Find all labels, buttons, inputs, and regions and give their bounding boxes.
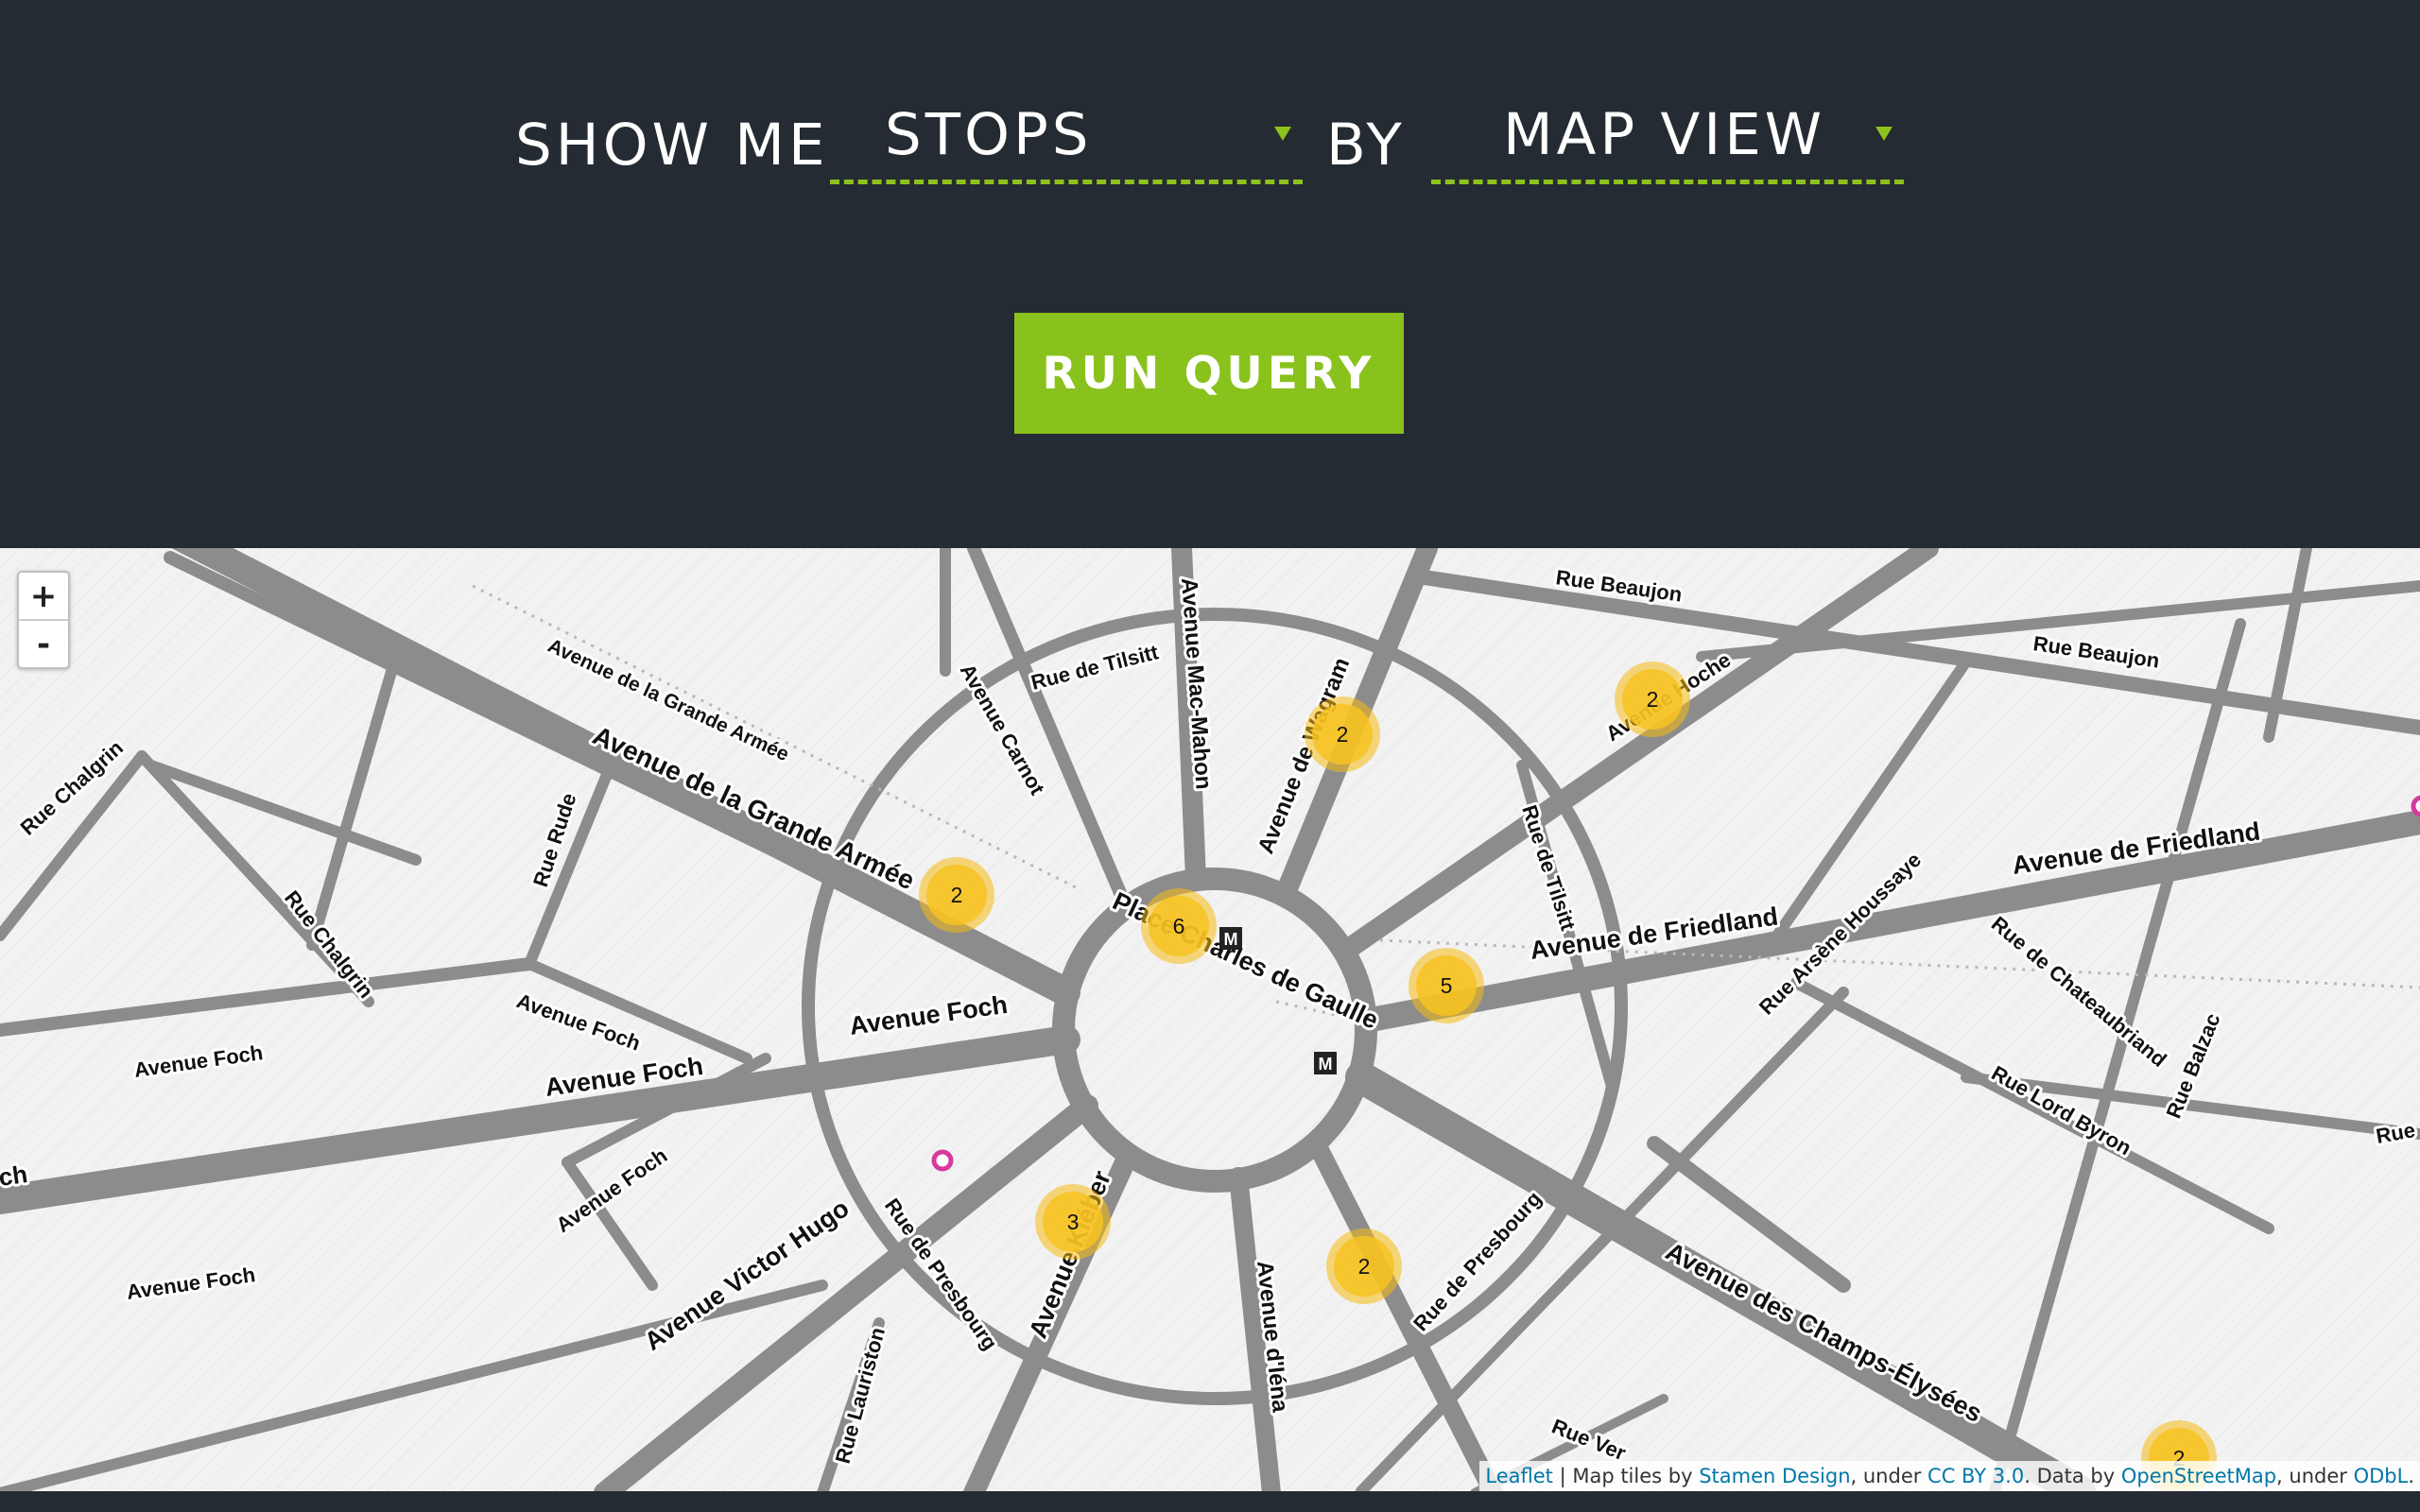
attribution-text: | Map tiles by bbox=[1552, 1465, 1700, 1487]
view-select[interactable]: MAP VIEW bbox=[1431, 104, 1904, 184]
show-me-label: SHOW ME bbox=[515, 112, 829, 179]
cc-by-link[interactable]: CC BY 3.0 bbox=[1927, 1465, 2024, 1487]
attribution-text: , under bbox=[1850, 1465, 1928, 1487]
leaflet-link[interactable]: Leaflet bbox=[1485, 1465, 1553, 1487]
query-header: SHOW ME STOPS BY MAP VIEW RUN QUERY bbox=[0, 0, 2420, 548]
run-query-button[interactable]: RUN QUERY bbox=[1014, 313, 1404, 434]
svg-text:2: 2 bbox=[1647, 687, 1659, 712]
svg-text:5: 5 bbox=[1441, 973, 1453, 998]
svg-text:M: M bbox=[1224, 930, 1238, 949]
metro-icon: M bbox=[1314, 1052, 1337, 1074]
svg-text:2: 2 bbox=[1358, 1254, 1371, 1279]
svg-text:3: 3 bbox=[1067, 1210, 1080, 1234]
stop-cluster-marker[interactable]: 2 bbox=[1615, 662, 1690, 737]
subject-select-value: STOPS bbox=[885, 101, 1093, 168]
odbl-link[interactable]: ODbL bbox=[2354, 1465, 2409, 1487]
map-view[interactable]: Rue Beaujon Rue Beaujon Avenue Hoche Ave… bbox=[0, 548, 2420, 1491]
svg-text:6: 6 bbox=[1173, 914, 1185, 938]
subject-select-chevron-icon bbox=[1274, 127, 1291, 141]
attribution-text: , under bbox=[2276, 1465, 2354, 1487]
street-label: ch bbox=[0, 1160, 29, 1192]
zoom-control: + - bbox=[17, 571, 70, 669]
svg-text:2: 2 bbox=[1337, 722, 1349, 747]
stop-marker[interactable] bbox=[2411, 795, 2420, 817]
map-tiles[interactable]: Rue Beaujon Rue Beaujon Avenue Hoche Ave… bbox=[0, 548, 2420, 1491]
osm-link[interactable]: OpenStreetMap bbox=[2121, 1465, 2276, 1487]
zoom-in-button[interactable]: + bbox=[19, 573, 68, 619]
stop-cluster-marker[interactable]: 6 bbox=[1141, 888, 1217, 964]
view-select-value: MAP VIEW bbox=[1503, 101, 1826, 168]
stop-cluster-marker[interactable]: 2 bbox=[1326, 1228, 1402, 1304]
stop-marker[interactable] bbox=[931, 1149, 954, 1172]
svg-text:2: 2 bbox=[951, 883, 963, 907]
view-select-chevron-icon bbox=[1876, 127, 1893, 141]
subject-select[interactable]: STOPS bbox=[830, 104, 1303, 184]
zoom-out-button[interactable]: - bbox=[19, 619, 68, 667]
stop-cluster-marker[interactable]: 5 bbox=[1409, 948, 1484, 1023]
stop-cluster-marker[interactable]: 3 bbox=[1035, 1184, 1111, 1260]
stop-cluster-marker[interactable]: 2 bbox=[1305, 696, 1380, 772]
stop-cluster-marker[interactable]: 2 bbox=[919, 857, 994, 933]
metro-icon: M bbox=[1219, 927, 1242, 950]
page-footer bbox=[0, 1491, 2420, 1512]
svg-text:M: M bbox=[1319, 1055, 1333, 1074]
attribution-text: . bbox=[2408, 1465, 2414, 1487]
attribution-text: . Data by bbox=[2024, 1465, 2121, 1487]
stamen-link[interactable]: Stamen Design bbox=[1699, 1465, 1850, 1487]
map-attribution: Leaflet | Map tiles by Stamen Design, un… bbox=[1479, 1461, 2420, 1491]
by-label: BY bbox=[1326, 112, 1406, 179]
